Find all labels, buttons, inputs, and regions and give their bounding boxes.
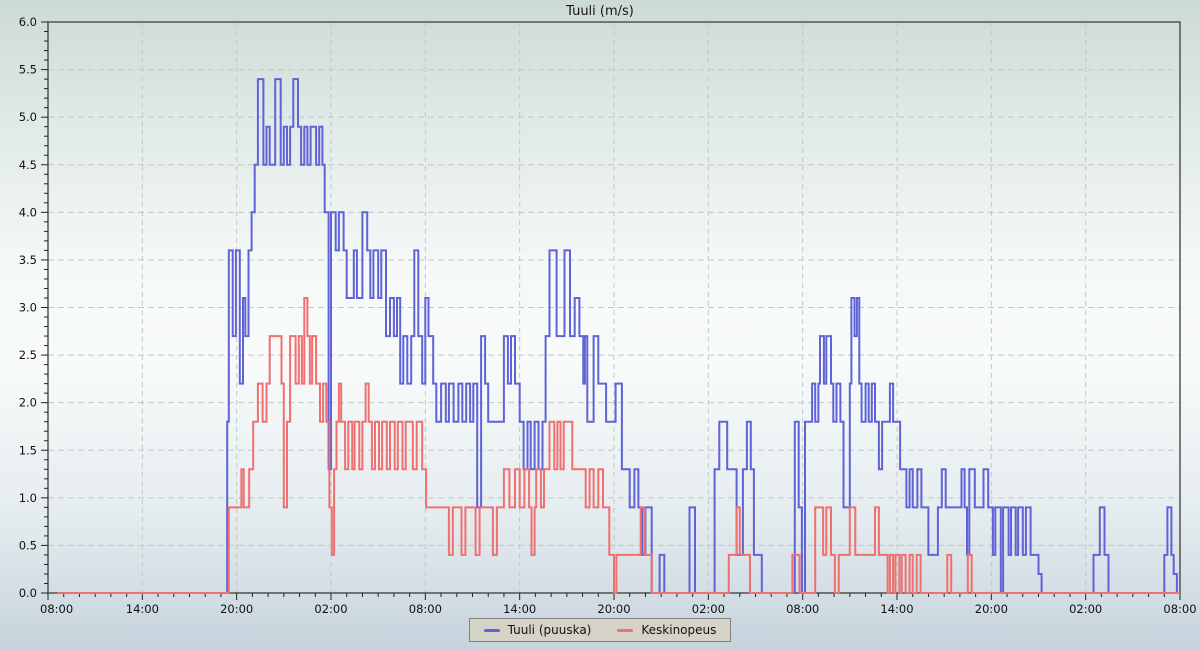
y-axis-label: 1.5 [19,443,37,457]
x-axis-label: 02:00 [692,602,725,616]
y-axis-label: 4.0 [19,205,37,219]
y-axis-label: 2.5 [19,348,37,362]
x-axis-label: 08:00 [409,602,442,616]
y-axis-label: 3.0 [19,301,37,315]
y-axis-label: 0.0 [19,586,37,600]
x-axis-label: 14:00 [880,602,913,616]
y-axis-label: 5.0 [19,110,37,124]
x-axis-label: 14:00 [126,602,159,616]
y-axis-label: 3.5 [19,253,37,267]
x-axis-label: 02:00 [1069,602,1102,616]
x-axis-label: 02:00 [314,602,347,616]
x-axis-label: 08:00 [40,602,73,616]
y-axis-label: 0.5 [19,538,37,552]
y-axis-label: 2.0 [19,396,37,410]
y-axis-label: 6.0 [19,15,37,29]
x-axis-label: 20:00 [220,602,253,616]
x-axis-label: 20:00 [597,602,630,616]
x-axis-label: 20:00 [975,602,1008,616]
gust-line [57,79,1180,593]
wind-chart-plot: 0.0 0.5 1.0 1.5 2.0 2.5 3.0 3.5 4.0 4.5 5.0 5.5 6.0 0… [0,0,1200,650]
x-axis-label: 08:00 [1163,602,1196,616]
y-axis-label: 5.5 [19,63,37,77]
x-axis-label: 08:00 [786,602,819,616]
y-axis-label: 4.5 [19,158,37,172]
x-axis-label: 14:00 [503,602,536,616]
y-axis-label: 1.0 [19,491,37,505]
